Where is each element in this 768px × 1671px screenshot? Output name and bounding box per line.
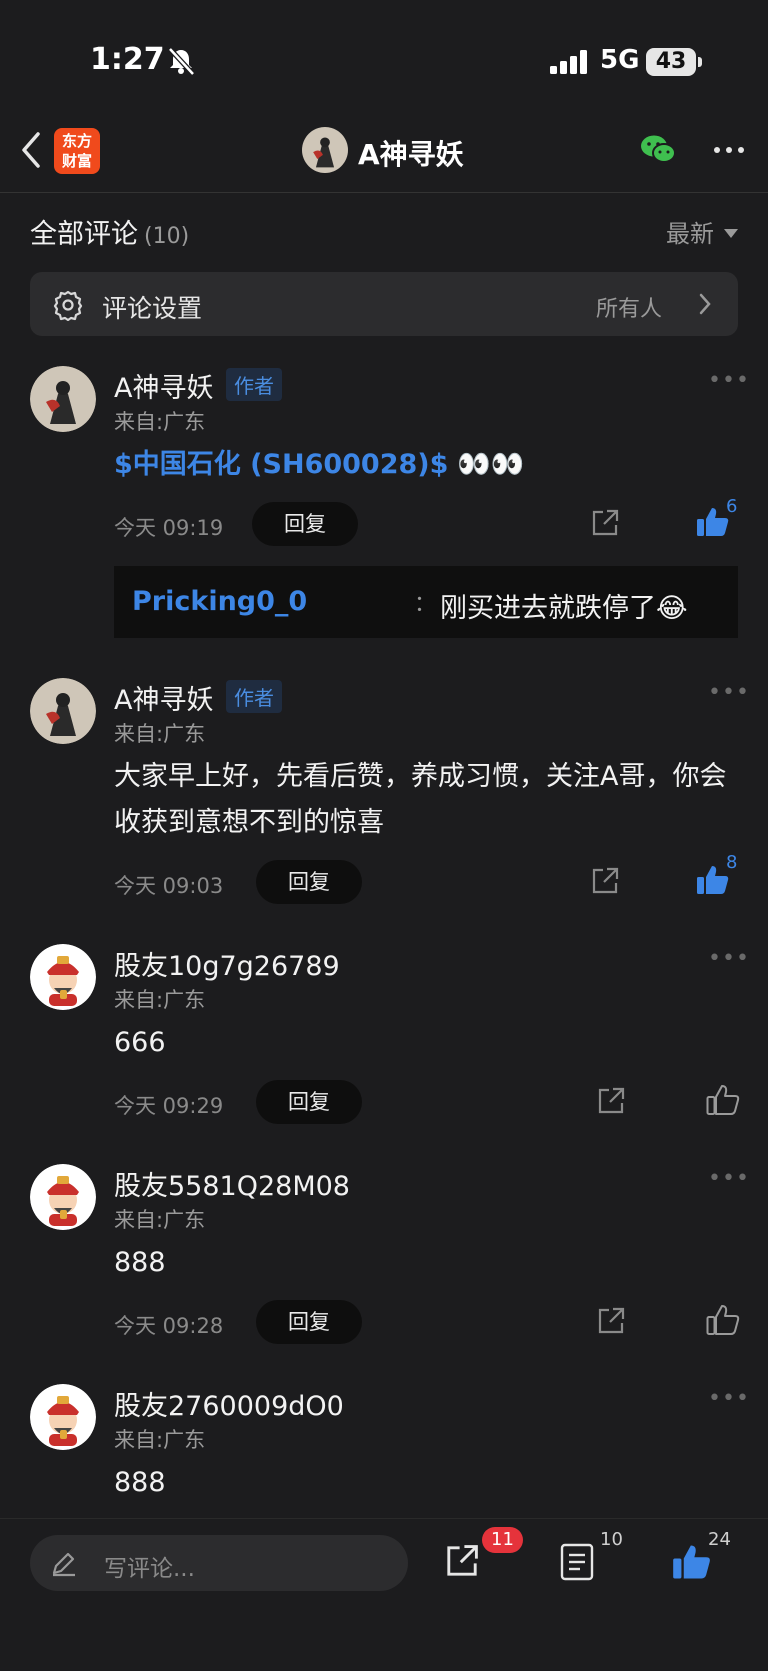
reply-preview[interactable]: Pricking0_0 ： 刚买进去就跌停了😂: [114, 566, 738, 638]
bell-muted-icon: [166, 46, 196, 80]
comments-title: 全部评论: [30, 219, 138, 250]
author-avatar[interactable]: [302, 127, 348, 173]
comment-placeholder: 写评论...: [104, 1556, 195, 1582]
reply-button[interactable]: 回复: [252, 502, 358, 546]
comment-author[interactable]: 股友2760009dO0: [114, 1384, 344, 1423]
comment-location: 来自:广东: [114, 722, 206, 746]
comment-location: 来自:广东: [114, 410, 206, 434]
comment-time: 今天 09:28: [114, 1314, 224, 1338]
cell-signal-icon: [550, 50, 590, 78]
comment-more-icon[interactable]: •••: [708, 368, 750, 393]
gear-icon: [52, 289, 84, 325]
share-icon[interactable]: [596, 1086, 626, 1120]
comment-text: 666: [114, 1027, 166, 1058]
wechat-share-icon[interactable]: [640, 134, 676, 168]
comment-time: 今天 09:19: [114, 516, 224, 540]
comment-time: 今天 09:03: [114, 874, 224, 898]
avatar[interactable]: [30, 944, 96, 1010]
like-icon[interactable]: [696, 864, 730, 900]
status-time: 1:27: [90, 42, 165, 77]
avatar[interactable]: [30, 366, 96, 432]
page-title: A神寻妖: [358, 138, 464, 171]
comment-text: 888: [114, 1247, 166, 1278]
comment-text: 888: [114, 1467, 166, 1498]
comment-count: 10: [600, 1529, 623, 1550]
back-icon[interactable]: [18, 130, 44, 174]
comment-more-icon[interactable]: •••: [708, 946, 750, 971]
pencil-icon: [50, 1549, 78, 1581]
author-badge: 作者: [226, 368, 282, 401]
share-count-badge: 11: [482, 1527, 523, 1553]
comment-location: 来自:广东: [114, 1428, 206, 1452]
like-total: 24: [708, 1529, 731, 1550]
comment-location: 来自:广东: [114, 988, 206, 1012]
share-icon[interactable]: [444, 1543, 480, 1583]
like-icon[interactable]: [696, 506, 730, 542]
caret-down-icon[interactable]: [724, 224, 738, 243]
avatar[interactable]: [30, 1384, 96, 1450]
status-bar: 1:27 5G 43: [0, 0, 768, 120]
like-count: 6: [726, 496, 738, 517]
comment-author[interactable]: A神寻妖: [114, 678, 213, 717]
comment-author[interactable]: A神寻妖: [114, 366, 213, 405]
network-type: 5G: [600, 45, 640, 75]
share-icon[interactable]: [590, 508, 620, 542]
comment-text: 大家早上好，先看后赞，养成习惯，关注A哥，你会收获到意想不到的惊喜: [114, 761, 727, 838]
author-badge: 作者: [226, 680, 282, 713]
comment-list-icon[interactable]: [560, 1543, 594, 1585]
comments-count: (10): [144, 224, 190, 249]
logo-line1: 东方: [61, 132, 92, 150]
share-icon[interactable]: [596, 1306, 626, 1340]
comment-more-icon[interactable]: •••: [708, 1166, 750, 1191]
reply-button[interactable]: 回复: [256, 1300, 362, 1344]
reply-user[interactable]: Pricking0_0: [132, 586, 307, 617]
more-icon[interactable]: [712, 140, 746, 159]
comment-author[interactable]: 股友5581Q28M08: [114, 1164, 350, 1203]
avatar[interactable]: [30, 678, 96, 744]
like-count: 8: [726, 852, 738, 873]
reply-separator: ：: [414, 592, 437, 617]
reply-button[interactable]: 回复: [256, 1080, 362, 1124]
settings-value: 所有人: [596, 297, 663, 322]
comment-location: 来自:广东: [114, 1208, 206, 1232]
comment-time: 今天 09:29: [114, 1094, 224, 1118]
comment-settings-bar[interactable]: 评论设置 所有人: [30, 272, 738, 336]
chevron-right-icon: [698, 292, 712, 320]
comments-header: 全部评论 (10): [30, 212, 189, 251]
comment-more-icon[interactable]: •••: [708, 680, 750, 705]
eyes-emoji: 👀👀: [457, 449, 525, 480]
reply-button[interactable]: 回复: [256, 860, 362, 904]
sort-dropdown[interactable]: 最新: [666, 214, 714, 249]
comment-input[interactable]: 写评论...: [30, 1535, 408, 1591]
battery-icon: 43: [646, 48, 696, 76]
share-icon[interactable]: [590, 866, 620, 900]
stock-link[interactable]: $中国石化 (SH600028)$: [114, 449, 448, 480]
like-icon[interactable]: [706, 1304, 740, 1340]
avatar[interactable]: [30, 1164, 96, 1230]
comment-more-icon[interactable]: •••: [708, 1386, 750, 1411]
reply-text: 刚买进去就跌停了😂: [440, 593, 688, 624]
like-icon[interactable]: [672, 1543, 712, 1585]
logo-line2: 财富: [61, 152, 92, 170]
comment-author[interactable]: 股友10g7g26789: [114, 944, 340, 983]
app-logo[interactable]: 东方 财富: [54, 128, 100, 174]
bottom-action-bar: 写评论... 11 10 24: [0, 1518, 768, 1671]
like-icon[interactable]: [706, 1084, 740, 1120]
battery-tip: [698, 57, 702, 67]
settings-label: 评论设置: [102, 294, 203, 323]
comment-text: $中国石化 (SH600028)$ 👀👀: [114, 442, 744, 488]
